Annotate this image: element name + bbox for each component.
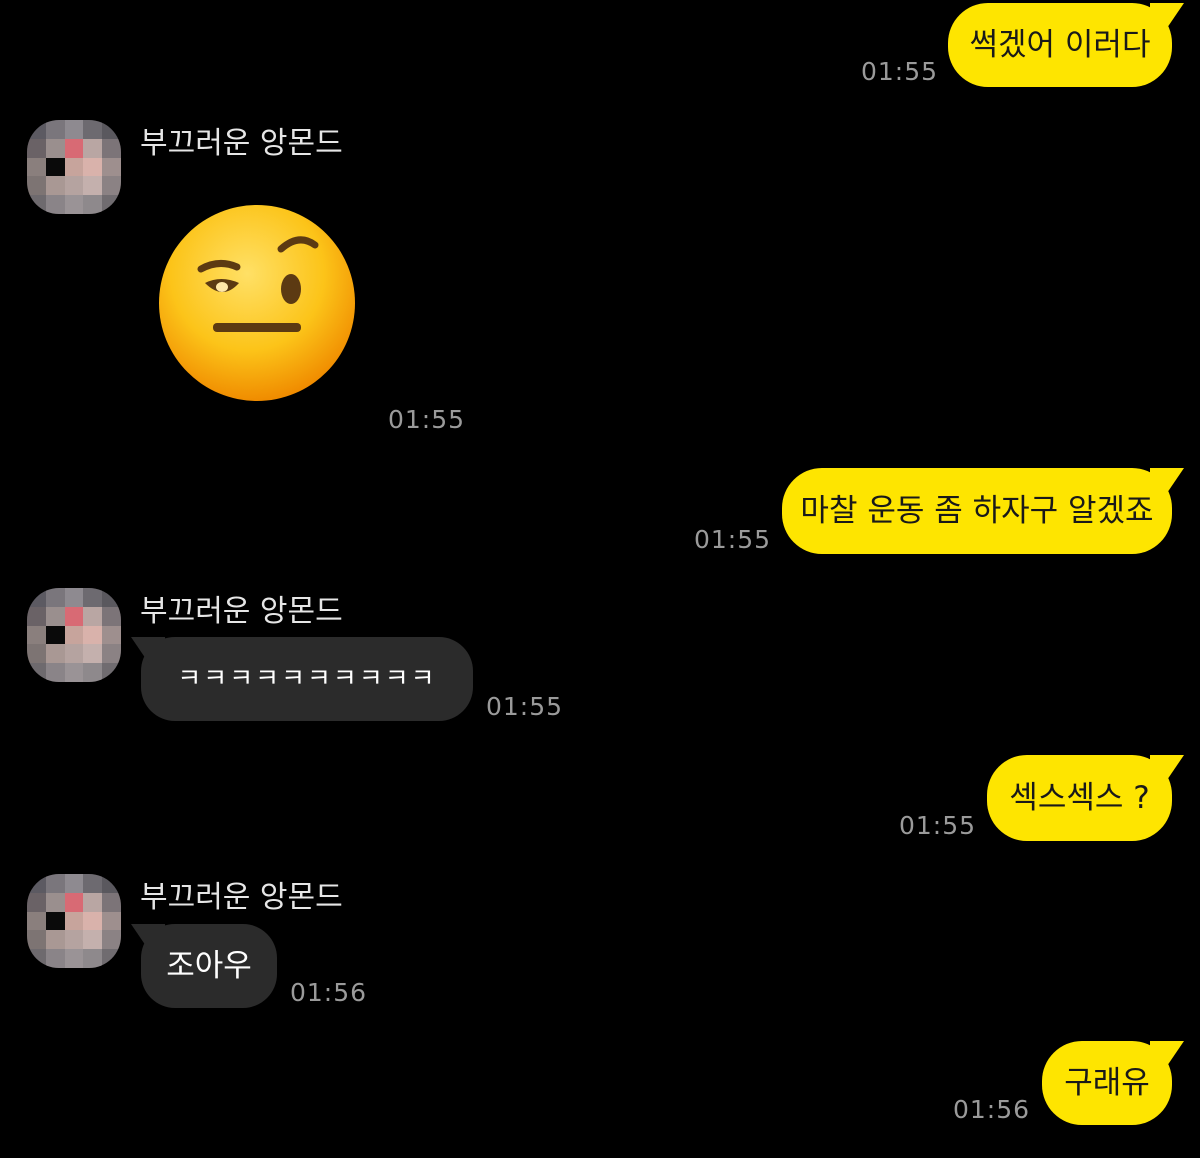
sender-name: 부끄러운 앙몬드 (140, 126, 343, 161)
message-text: 조아우 (166, 947, 252, 984)
bubble-tail (1150, 3, 1184, 33)
outgoing-message-bubble[interactable]: 마찰 운동 좀 하자구 알겠죠 (782, 468, 1184, 554)
message-timestamp: 01:56 (290, 978, 368, 1007)
message-timestamp: 01:55 (861, 57, 939, 86)
outgoing-message-bubble[interactable]: 구래유 (1042, 1041, 1184, 1125)
incoming-message-bubble[interactable]: 조아우 (131, 924, 277, 1008)
message-text: 섹스섹스 ? (1009, 779, 1150, 816)
bubble-tail (131, 637, 165, 667)
message-text: 썩겠어 이러다 (969, 26, 1151, 63)
bubble-tail (1150, 755, 1184, 785)
outgoing-message-bubble[interactable]: 섹스섹스 ? (987, 755, 1184, 841)
sender-name: 부끄러운 앙몬드 (140, 594, 343, 629)
message-timestamp: 01:56 (953, 1095, 1031, 1124)
message-timestamp: 01:55 (899, 811, 977, 840)
avatar[interactable] (27, 120, 121, 214)
face-with-raised-eyebrow-icon[interactable] (157, 203, 357, 403)
message-timestamp: 01:55 (694, 525, 772, 554)
avatar[interactable] (27, 588, 121, 682)
message-timestamp: 01:55 (486, 692, 564, 721)
avatar[interactable] (27, 874, 121, 968)
bubble-tail (1150, 468, 1184, 498)
message-text: 마찰 운동 좀 하자구 알겠죠 (800, 492, 1154, 529)
bubble-tail (1150, 1041, 1184, 1071)
message-timestamp: 01:55 (388, 405, 466, 434)
message-text: 구래유 (1064, 1064, 1150, 1101)
outgoing-message-bubble[interactable]: 썩겠어 이러다 (948, 3, 1184, 87)
incoming-message-bubble[interactable]: ㅋㅋㅋㅋㅋㅋㅋㅋㅋㅋ (131, 637, 473, 721)
message-text: ㅋㅋㅋㅋㅋㅋㅋㅋㅋㅋ (177, 664, 437, 694)
bubble-tail (131, 924, 165, 954)
sender-name: 부끄러운 앙몬드 (140, 880, 343, 915)
